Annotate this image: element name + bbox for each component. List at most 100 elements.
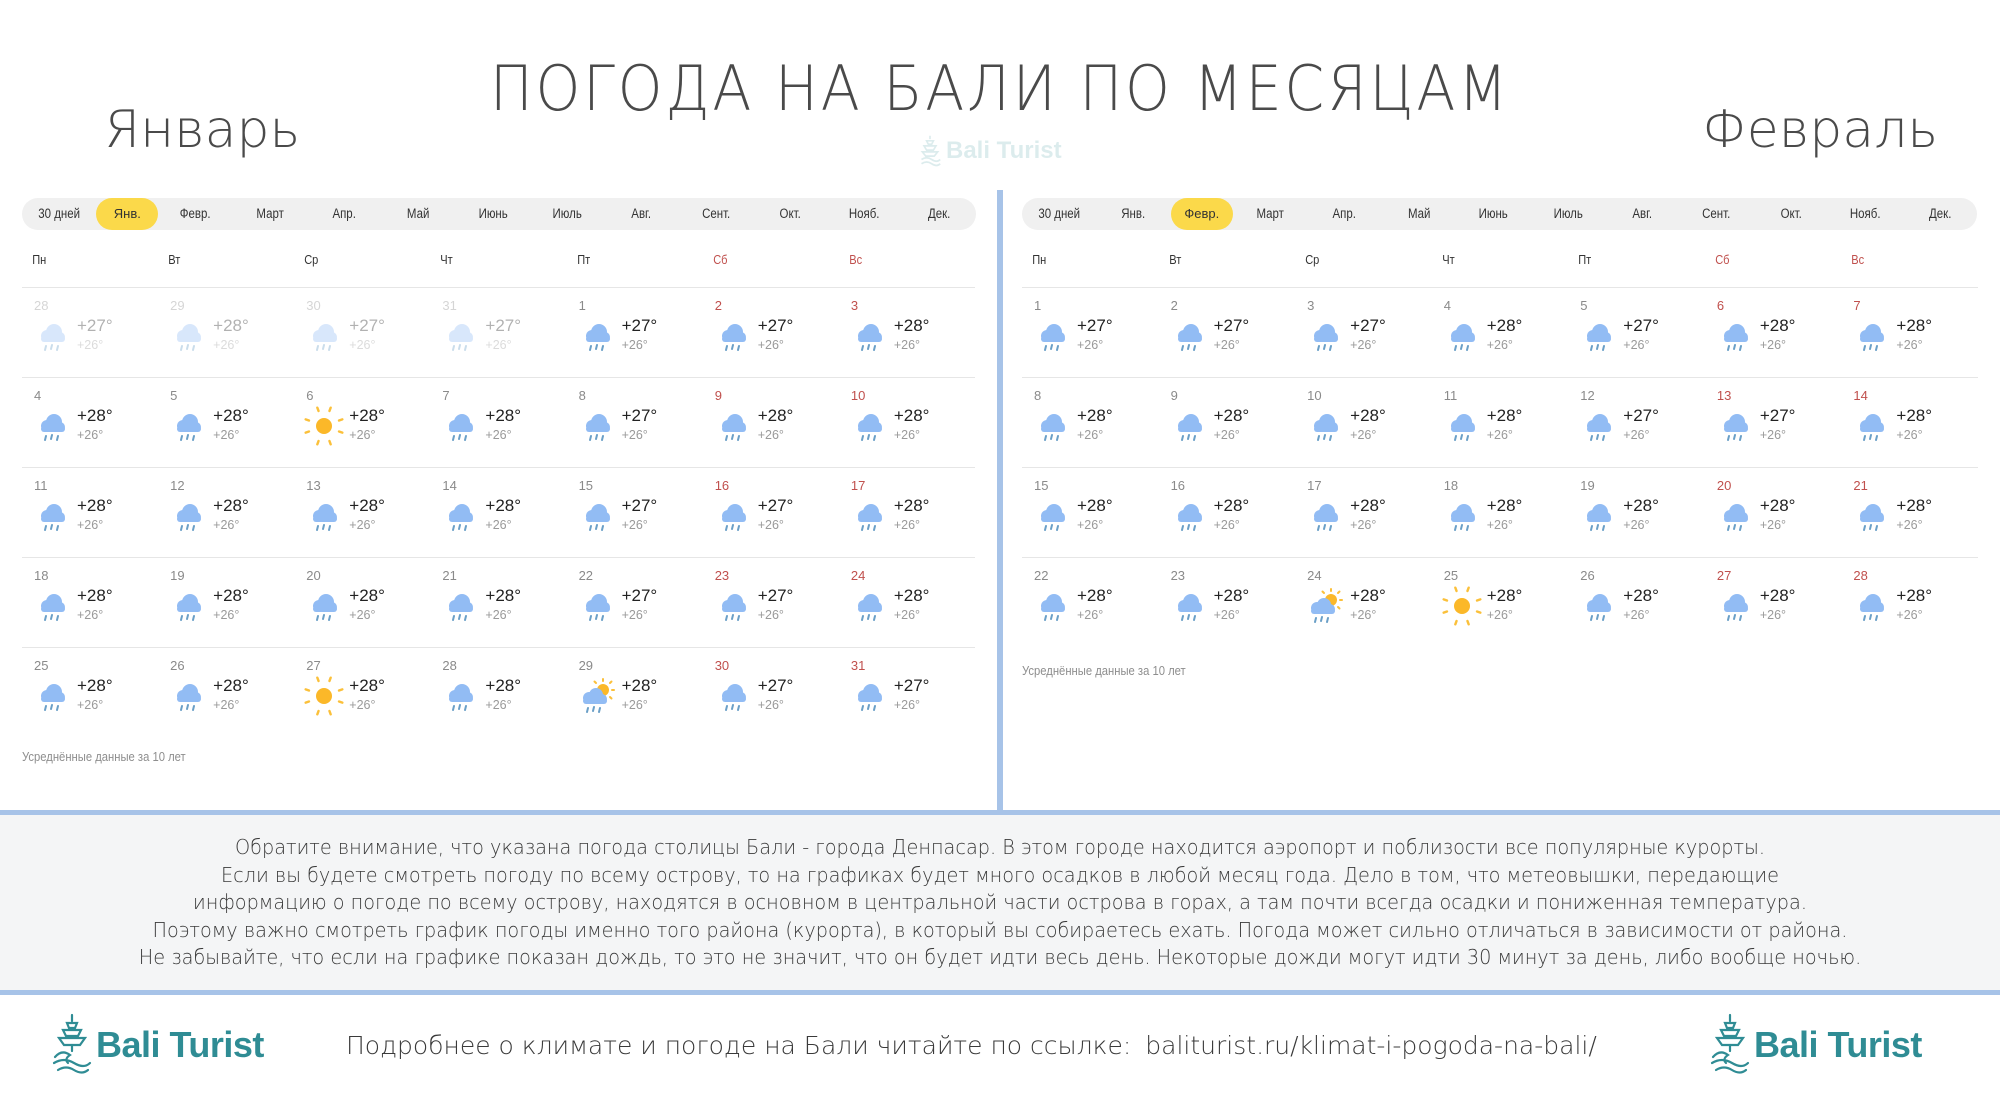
day-cell[interactable]: 9 +28° +26° (703, 378, 839, 468)
month-tab[interactable]: Февр. (1170, 198, 1233, 230)
day-cell[interactable]: 11 +28° +26° (1432, 378, 1569, 468)
day-cell[interactable]: 15 +27° +26° (567, 468, 703, 558)
day-cell[interactable]: 23 +28° +26° (1159, 558, 1296, 648)
day-cell[interactable]: 31 +27° +26° (839, 648, 975, 738)
month-tab[interactable]: Июнь (461, 198, 524, 230)
month-tab[interactable]: Апр. (1313, 198, 1376, 230)
day-cell[interactable]: 19 +28° +26° (158, 558, 294, 648)
day-cell[interactable]: 14 +28° +26° (430, 468, 566, 558)
month-tab[interactable]: Нояб. (833, 198, 896, 230)
day-cell[interactable]: 9 +28° +26° (1159, 378, 1296, 468)
day-cell[interactable]: 25 +28° +26° (1432, 558, 1569, 648)
month-tab[interactable]: Дек. (1908, 198, 1971, 230)
day-cell[interactable]: 11 +28° +26° (22, 468, 158, 558)
day-cell[interactable]: 23 +27° +26° (703, 558, 839, 648)
day-cell[interactable]: 28 +28° +26° (430, 648, 566, 738)
day-cell[interactable]: 14 +28° +26° (1841, 378, 1978, 468)
day-cell[interactable]: 10 +28° +26° (1295, 378, 1432, 468)
month-tab[interactable]: Июль (536, 198, 599, 230)
day-cell[interactable]: 7 +28° +26° (430, 378, 566, 468)
day-cell[interactable]: 22 +27° +26° (567, 558, 703, 648)
month-tab[interactable]: Дек. (907, 198, 970, 230)
day-cell[interactable]: 2 +27° +26° (1159, 288, 1296, 378)
day-cell[interactable]: 8 +28° +26° (1022, 378, 1159, 468)
day-cell[interactable]: 19 +28° +26° (1568, 468, 1705, 558)
day-cell[interactable]: 30 +27° +26° (703, 648, 839, 738)
day-cell[interactable]: 5 +28° +26° (158, 378, 294, 468)
brand-logo[interactable]: Bali Turist (1710, 1013, 1922, 1077)
month-tab[interactable]: Апр. (313, 198, 376, 230)
day-cell[interactable]: 26 +28° +26° (158, 648, 294, 738)
day-cell[interactable]: 13 +27° +26° (1705, 378, 1842, 468)
day-cell[interactable]: 15 +28° +26° (1022, 468, 1159, 558)
month-tab[interactable]: Март (1238, 198, 1301, 230)
brand-logo[interactable]: Bali Turist (52, 1013, 264, 1077)
day-cell[interactable]: 17 +28° +26° (839, 468, 975, 558)
month-tab[interactable]: Май (387, 198, 450, 230)
day-cell[interactable]: 6 +28° +26° (1705, 288, 1842, 378)
day-cell[interactable]: 29 +28° +26° (567, 648, 703, 738)
day-cell[interactable]: 18 +28° +26° (22, 558, 158, 648)
month-tab[interactable]: Июнь (1462, 198, 1525, 230)
day-cell[interactable]: 17 +28° +26° (1295, 468, 1432, 558)
month-tab[interactable]: Март (238, 198, 301, 230)
day-cell[interactable]: 20 +28° +26° (294, 558, 430, 648)
day-cell[interactable]: 12 +28° +26° (158, 468, 294, 558)
day-cell[interactable]: 21 +28° +26° (430, 558, 566, 648)
day-cell[interactable]: 16 +27° +26° (703, 468, 839, 558)
day-cell[interactable]: 21 +28° +26° (1841, 468, 1978, 558)
day-temp-high: +28° (893, 316, 930, 335)
day-cell[interactable]: 1 +27° +26° (1022, 288, 1159, 378)
month-tab[interactable]: Май (1387, 198, 1450, 230)
day-cell[interactable]: 12 +27° +26° (1568, 378, 1705, 468)
day-cell[interactable]: 13 +28° +26° (294, 468, 430, 558)
month-tab[interactable]: Февр. (164, 198, 227, 230)
day-cell[interactable]: 28 +27° +26° (22, 288, 158, 378)
day-cell[interactable]: 5 +27° +26° (1568, 288, 1705, 378)
day-cell[interactable]: 22 +28° +26° (1022, 558, 1159, 648)
month-tab[interactable]: 30 дней (28, 198, 91, 230)
day-cell[interactable]: 4 +28° +26° (22, 378, 158, 468)
day-cell[interactable]: 8 +27° +26° (567, 378, 703, 468)
day-cell[interactable]: 10 +28° +26° (839, 378, 975, 468)
day-number: 2 (714, 298, 722, 313)
day-cell[interactable]: 7 +28° +26° (1841, 288, 1978, 378)
day-number: 31 (442, 298, 457, 313)
day-cell[interactable]: 24 +28° +26° (839, 558, 975, 648)
day-cell[interactable]: 20 +28° +26° (1705, 468, 1842, 558)
day-cell[interactable]: 2 +27° +26° (703, 288, 839, 378)
rain-cloud-icon (577, 316, 617, 356)
day-cell[interactable]: 28 +28° +26° (1841, 558, 1978, 648)
day-cell[interactable]: 18 +28° +26° (1432, 468, 1569, 558)
climate-link[interactable]: baliturist.ru/klimat-i-pogoda-na-bali/ (1145, 1031, 1596, 1060)
day-cell[interactable]: 6 +28° +26° (294, 378, 430, 468)
month-tab[interactable]: Нояб. (1834, 198, 1897, 230)
month-tab[interactable]: Авг. (1611, 198, 1674, 230)
month-tab[interactable]: Окт. (759, 198, 822, 230)
month-tab[interactable]: Янв. (96, 198, 159, 230)
day-cell[interactable]: 3 +27° +26° (1295, 288, 1432, 378)
month-tab[interactable]: Сент. (684, 198, 747, 230)
month-tab[interactable]: Июль (1536, 198, 1599, 230)
month-tab[interactable]: 30 дней (1028, 198, 1091, 230)
day-cell[interactable]: 29 +28° +26° (158, 288, 294, 378)
day-cell[interactable]: 31 +27° +26° (430, 288, 566, 378)
day-cell[interactable]: 16 +28° +26° (1159, 468, 1296, 558)
day-cell[interactable]: 4 +28° +26° (1432, 288, 1569, 378)
day-cell[interactable]: 3 +28° +26° (839, 288, 975, 378)
month-tab[interactable]: Окт. (1759, 198, 1822, 230)
day-cell[interactable]: 24 +28° +26° (1295, 558, 1432, 648)
day-cell[interactable]: 26 +28° +26° (1568, 558, 1705, 648)
month-tab[interactable]: Сент. (1685, 198, 1748, 230)
rain-cloud-icon (32, 676, 72, 716)
month-tab[interactable]: Авг. (610, 198, 673, 230)
day-cell[interactable]: 1 +27° +26° (567, 288, 703, 378)
day-cell[interactable]: 25 +28° +26° (22, 648, 158, 738)
day-cell[interactable]: 30 +27° +26° (294, 288, 430, 378)
month-tab[interactable]: Янв. (1102, 198, 1165, 230)
day-cell[interactable]: 27 +28° +26° (1705, 558, 1842, 648)
weekday-label: Вс (849, 252, 862, 267)
watermark-text: Bali Turist (946, 137, 1062, 164)
day-cell[interactable]: 27 +28° +26° (294, 648, 430, 738)
rain-cloud-icon (713, 316, 753, 356)
